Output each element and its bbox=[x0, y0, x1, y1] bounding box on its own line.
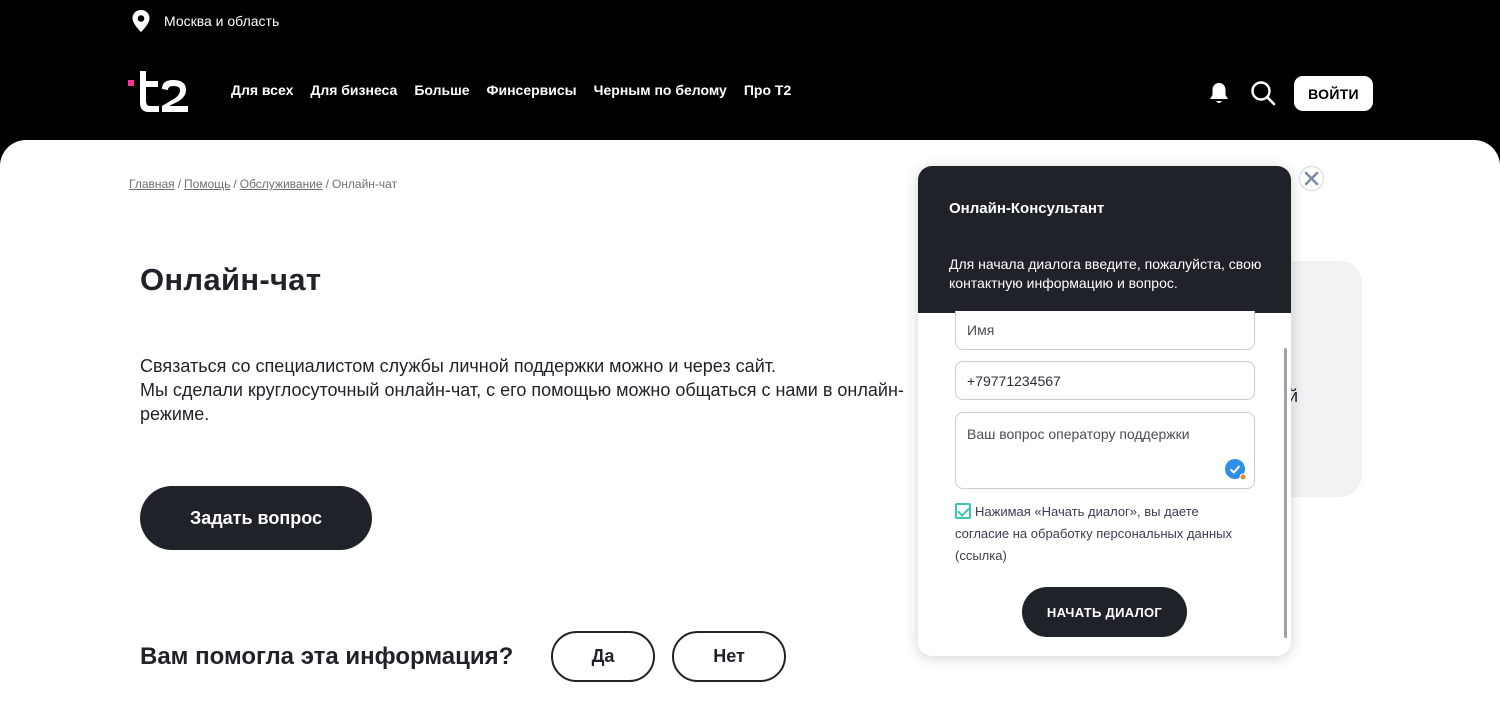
close-icon bbox=[1304, 171, 1319, 186]
feedback-yes-button[interactable]: Да bbox=[551, 631, 655, 682]
main-nav: Для всех Для бизнеса Больше Финсервисы Ч… bbox=[231, 82, 808, 98]
breadcrumb: Главная / Помощь / Обслуживание / Онлайн-чат bbox=[129, 177, 398, 191]
region-selector[interactable]: Москва и область bbox=[130, 8, 279, 34]
chat-header: Онлайн-Консультант Для начала диалога вв… bbox=[918, 166, 1291, 313]
chat-widget: Онлайн-Консультант Для начала диалога вв… bbox=[918, 166, 1291, 656]
location-pin-icon bbox=[132, 10, 150, 32]
consent-block: Нажимая «Начать диалог», вы даете соглас… bbox=[955, 501, 1255, 567]
login-button[interactable]: ВОЙТИ bbox=[1294, 76, 1373, 111]
breadcrumb-help[interactable]: Помощь bbox=[184, 177, 230, 191]
phone-field[interactable] bbox=[955, 361, 1255, 400]
t2-logo[interactable] bbox=[128, 68, 192, 116]
nav-item-more[interactable]: Больше bbox=[414, 82, 469, 98]
breadcrumb-home[interactable]: Главная bbox=[129, 177, 175, 191]
chat-description: Для начала диалога введите, пожалуйста, … bbox=[949, 256, 1262, 291]
bell-icon[interactable] bbox=[1208, 81, 1230, 105]
nav-item-black-on-white[interactable]: Черным по белому bbox=[594, 82, 727, 98]
intro-line-2: Мы сделали круглосуточный онлайн-чат, с … bbox=[140, 380, 904, 424]
search-icon[interactable] bbox=[1250, 80, 1276, 106]
chat-close-button[interactable] bbox=[1299, 166, 1324, 191]
nav-item-for-all[interactable]: Для всех bbox=[231, 82, 293, 98]
region-label: Москва и область bbox=[164, 13, 280, 29]
intro-text: Связаться со специалистом службы личной … bbox=[140, 354, 910, 426]
nav-item-about-t2[interactable]: Про T2 bbox=[744, 82, 791, 98]
nav-item-business[interactable]: Для бизнеса bbox=[310, 82, 397, 98]
consent-text: Нажимая «Начать диалог», вы даете соглас… bbox=[955, 504, 1232, 563]
chat-scrollbar[interactable] bbox=[1284, 348, 1287, 638]
site-header: Для всех Для бизнеса Больше Финсервисы Ч… bbox=[0, 60, 1500, 126]
chat-title: Онлайн-Консультант bbox=[949, 200, 1105, 217]
question-field[interactable] bbox=[955, 412, 1255, 489]
feedback-no-button[interactable]: Нет bbox=[672, 631, 786, 682]
breadcrumb-current: Онлайн-чат bbox=[331, 177, 398, 191]
consent-checkbox[interactable] bbox=[955, 503, 971, 519]
breadcrumb-service[interactable]: Обслуживание bbox=[240, 177, 323, 191]
name-field[interactable] bbox=[955, 311, 1255, 350]
page-title: Онлайн-чат bbox=[140, 262, 322, 297]
grammar-check-icon[interactable] bbox=[1225, 459, 1247, 481]
start-dialog-button[interactable]: НАЧАТЬ ДИАЛОГ bbox=[1022, 587, 1187, 637]
ask-question-button[interactable]: Задать вопрос bbox=[140, 486, 372, 550]
intro-line-1: Связаться со специалистом службы личной … bbox=[140, 356, 776, 376]
feedback-question: Вам помогла эта информация? bbox=[140, 643, 514, 670]
nav-item-finservices[interactable]: Финсервисы bbox=[487, 82, 577, 98]
